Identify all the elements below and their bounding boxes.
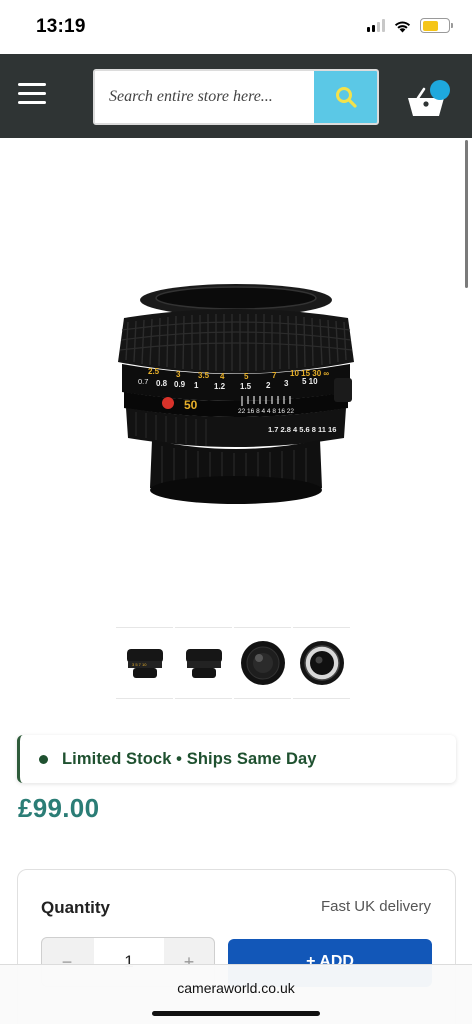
svg-text:7: 7 (272, 371, 277, 380)
svg-text:3 5 7 10: 3 5 7 10 (132, 662, 147, 667)
battery-level (422, 20, 438, 31)
camera-lens-image[interactable]: 2.5 3 3.5 4 5 7 10 15 30 ∞ 0.7 0.8 0.9 1… (86, 250, 386, 550)
thumbnail-lens-back[interactable] (175, 627, 232, 699)
stock-text: Limited Stock • Ships Same Day (62, 749, 317, 768)
wifi-icon (394, 21, 411, 32)
svg-text:3: 3 (284, 379, 289, 388)
svg-text:4: 4 (220, 372, 225, 381)
status-icons (367, 18, 453, 33)
hamburger-icon (18, 83, 46, 86)
quantity-label: Quantity (41, 898, 110, 917)
search-box (93, 69, 379, 125)
browser-address-bar[interactable]: cameraworld.co.uk (0, 964, 472, 1024)
home-indicator[interactable] (152, 1011, 320, 1016)
cart-button[interactable] (406, 78, 452, 118)
menu-button[interactable] (18, 83, 48, 107)
thumbnail-lens-rear-mount[interactable] (293, 627, 350, 699)
lens-side-icon: 3 5 7 10 (126, 649, 163, 678)
scrollbar-thumb[interactable] (465, 140, 468, 288)
svg-text:3: 3 (176, 370, 181, 379)
svg-text:0.9: 0.9 (174, 380, 186, 389)
thumbnail-lens-side[interactable]: 3 5 7 10 (116, 627, 173, 699)
lens-back-icon (185, 649, 222, 678)
svg-text:1.2: 1.2 (214, 382, 226, 391)
svg-text:5 10: 5 10 (302, 377, 318, 386)
lens-front-icon (240, 641, 285, 685)
hamburger-icon-line (18, 92, 46, 95)
thumbnail-strip: 3 5 7 10 (116, 627, 350, 699)
svg-text:0.8: 0.8 (156, 379, 168, 388)
site-header (0, 54, 472, 138)
stock-status-dot (39, 754, 48, 764)
thumbnail-lens-front[interactable] (234, 627, 291, 699)
product-price: £99.00 (18, 793, 100, 823)
status-bar: 13:19 (0, 0, 472, 54)
svg-text:22 16 8 4 4 8 16 22: 22 16 8 4 4 8 16 22 (238, 408, 294, 415)
signal-icon (367, 19, 385, 32)
svg-text:1.7 2.8 4 5.6 8 11 16: 1.7 2.8 4 5.6 8 11 16 (268, 425, 336, 434)
search-input[interactable] (95, 71, 315, 123)
svg-text:50: 50 (184, 398, 198, 412)
search-icon (335, 87, 357, 108)
search-button[interactable] (314, 71, 377, 123)
stock-banner: Limited Stock • Ships Same Day (17, 735, 456, 783)
lens-rear-icon (299, 641, 344, 685)
hamburger-icon-line (18, 101, 46, 104)
svg-text:2.5: 2.5 (148, 367, 160, 376)
svg-text:1.5: 1.5 (240, 382, 252, 391)
svg-text:1: 1 (194, 381, 199, 390)
delivery-text: Fast UK delivery (320, 898, 431, 915)
svg-text:3.5: 3.5 (198, 371, 210, 380)
status-time: 13:19 (36, 16, 86, 37)
svg-text:2: 2 (266, 381, 271, 390)
battery-icon (420, 18, 453, 33)
url-text[interactable]: cameraworld.co.uk (0, 980, 472, 996)
cart-badge (430, 80, 450, 100)
svg-text:5: 5 (244, 372, 249, 381)
svg-text:0.7: 0.7 (138, 377, 148, 386)
